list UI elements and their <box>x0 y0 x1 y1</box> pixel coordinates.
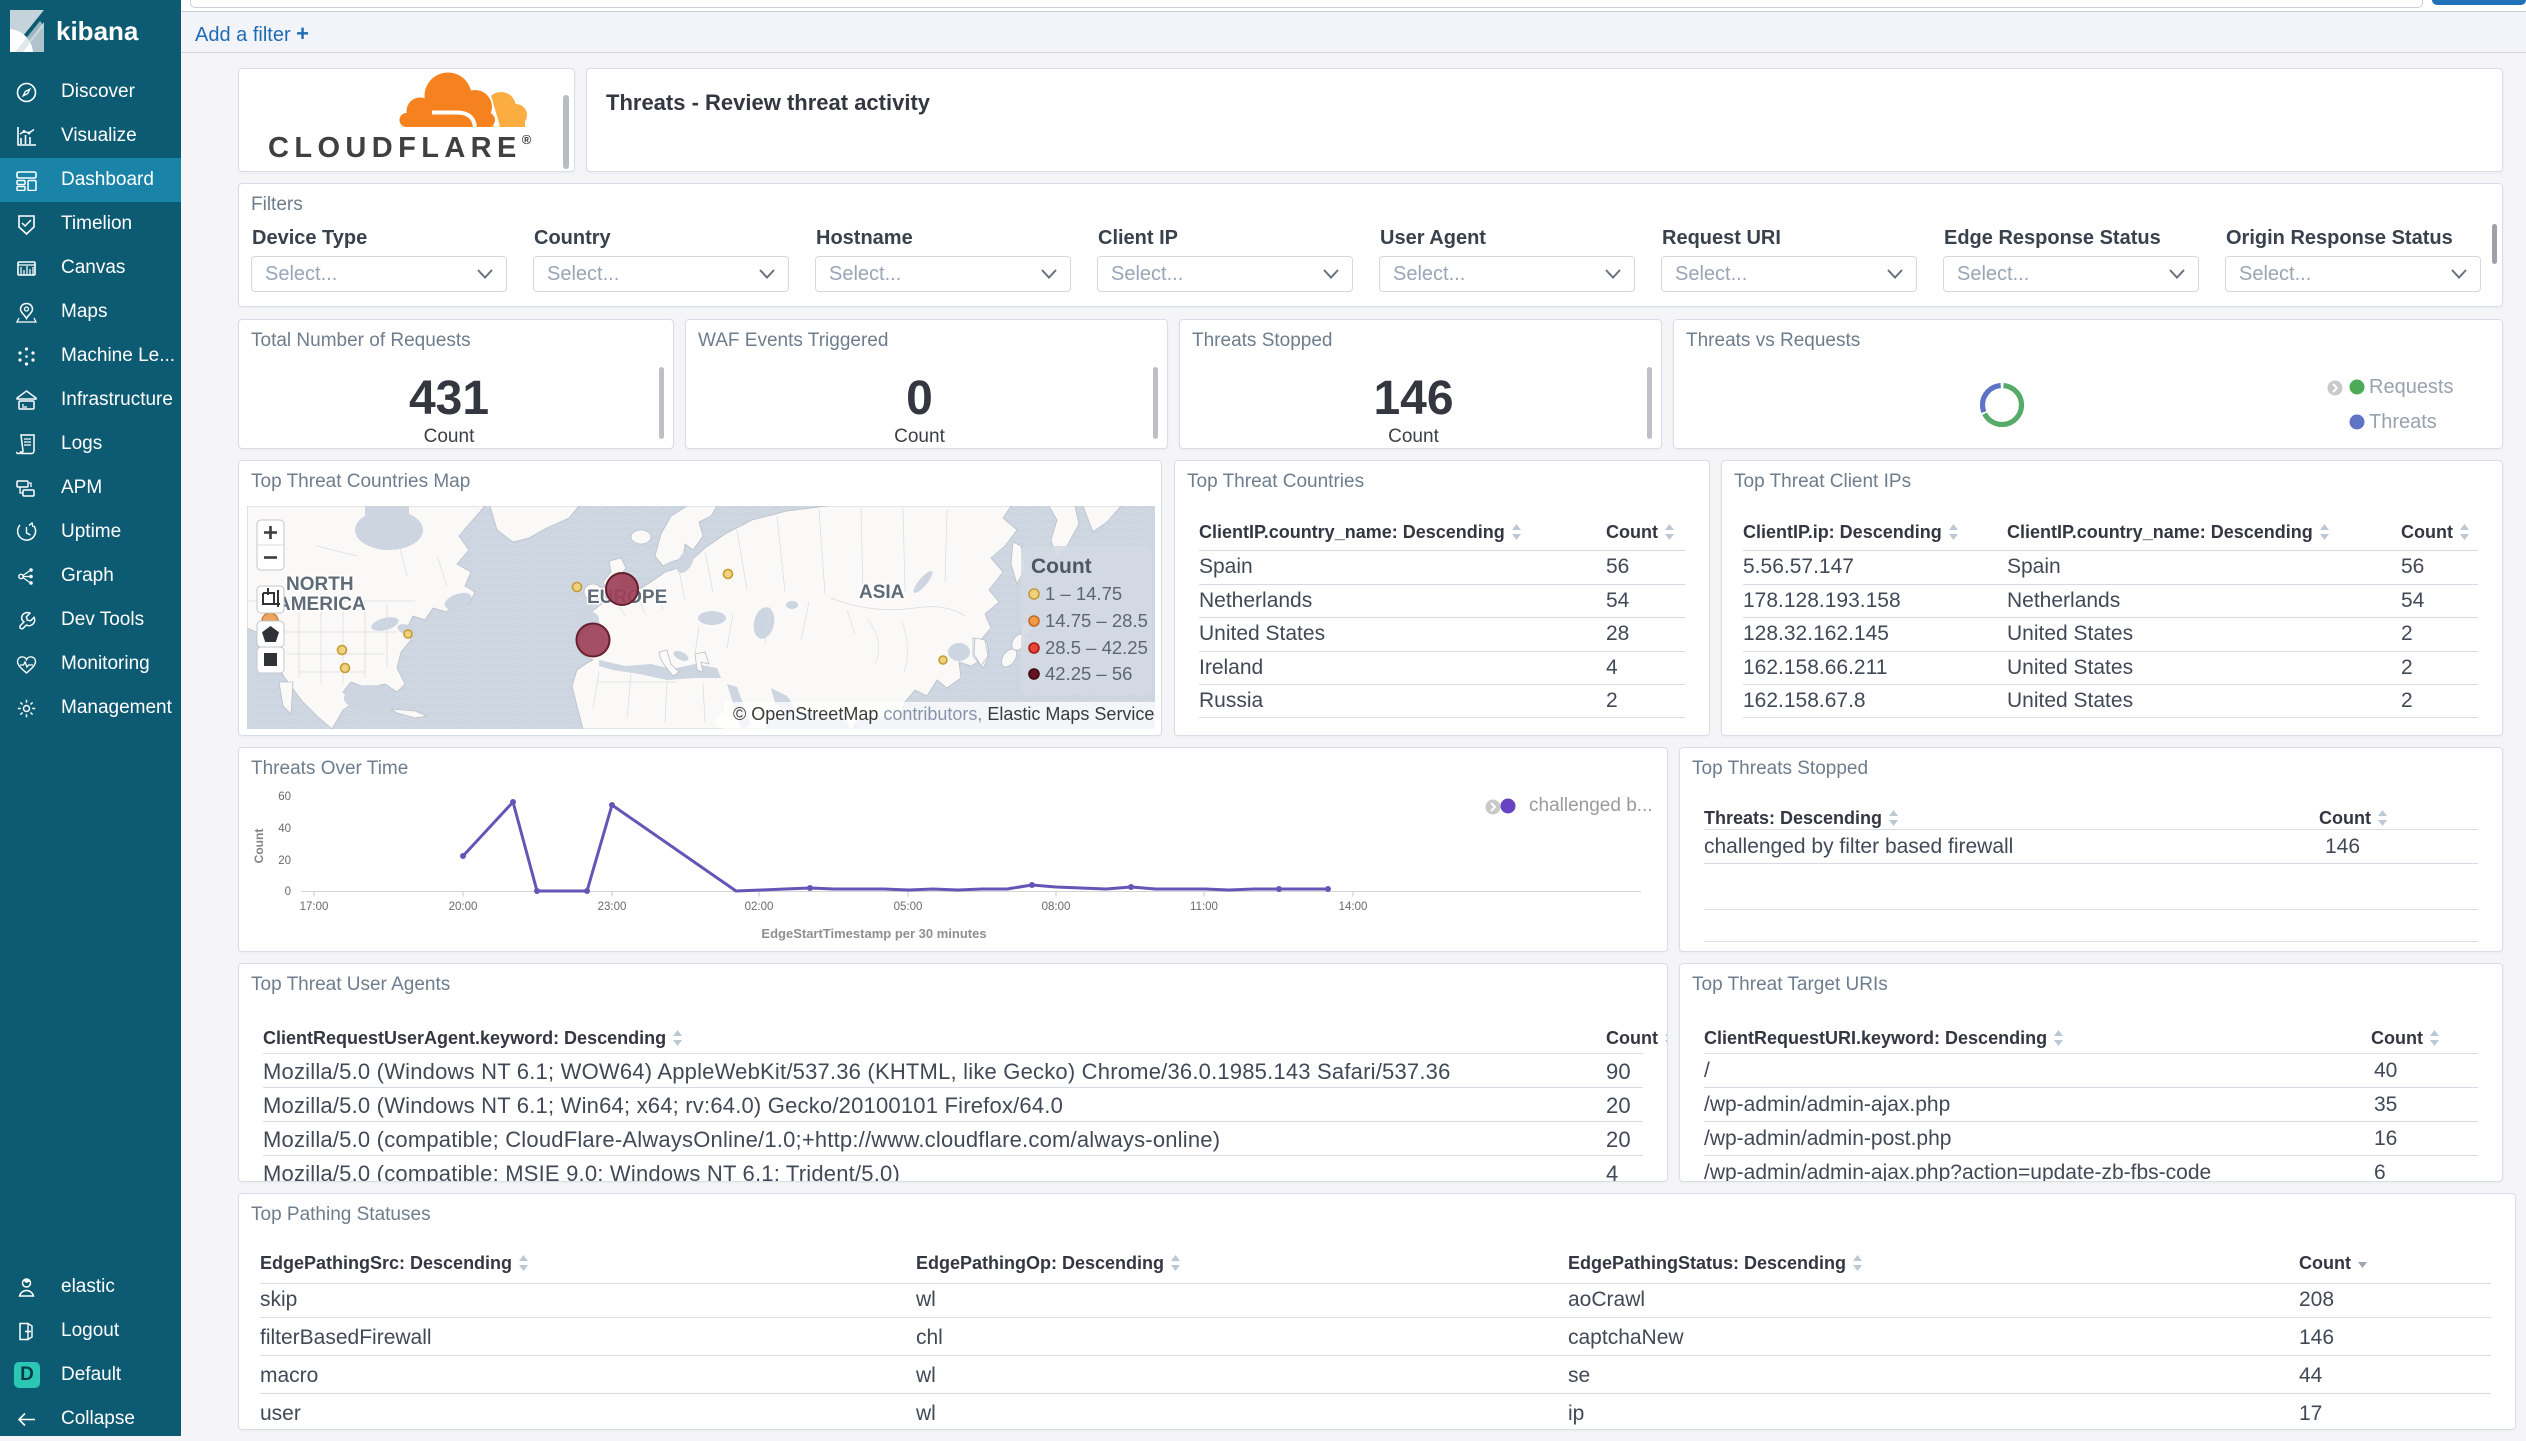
svg-text:60: 60 <box>278 791 291 803</box>
svg-text:40: 40 <box>278 823 291 835</box>
svg-text:1 – 14.75: 1 – 14.75 <box>1045 583 1122 604</box>
svg-text:Count: Count <box>1031 555 1092 578</box>
svg-text:14:00: 14:00 <box>1339 901 1368 913</box>
svg-text:14.75 – 28.5: 14.75 – 28.5 <box>1045 610 1148 631</box>
svg-text:05:00: 05:00 <box>894 901 923 913</box>
svg-text:02:00: 02:00 <box>745 901 774 913</box>
svg-text:23:00: 23:00 <box>598 901 627 913</box>
svg-text:42.25 – 56: 42.25 – 56 <box>1045 663 1132 684</box>
svg-text:11:00: 11:00 <box>1190 901 1218 913</box>
svg-text:20: 20 <box>278 855 291 867</box>
svg-text:Count: Count <box>252 829 266 864</box>
svg-text:NORTH: NORTH <box>286 574 354 595</box>
svg-text:© OpenStreetMap contributors,: © OpenStreetMap contributors, Elastic Ma… <box>733 704 1154 724</box>
svg-text:0: 0 <box>285 886 291 898</box>
svg-text:20:00: 20:00 <box>449 901 478 913</box>
svg-text:17:00: 17:00 <box>300 901 329 913</box>
svg-text:ASIA: ASIA <box>859 582 905 603</box>
svg-text:EdgeStartTimestamp per 30 minu: EdgeStartTimestamp per 30 minutes <box>761 926 986 941</box>
svg-text:AMERICA: AMERICA <box>277 594 366 615</box>
svg-text:28.5 – 42.25: 28.5 – 42.25 <box>1045 637 1148 658</box>
svg-text:08:00: 08:00 <box>1042 901 1071 913</box>
